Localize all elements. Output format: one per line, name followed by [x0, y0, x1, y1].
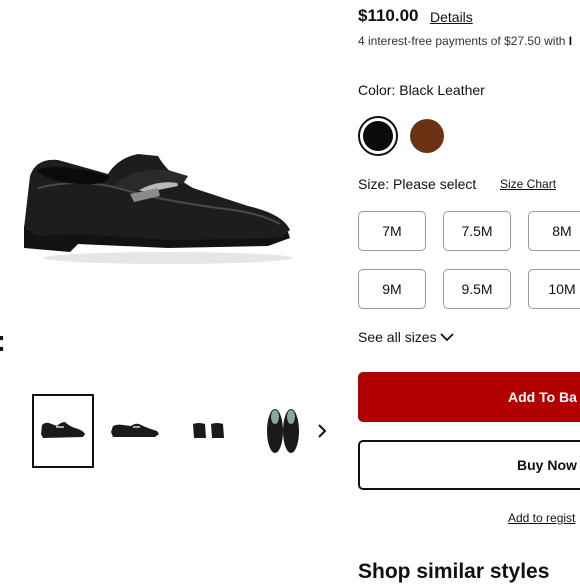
color-swatch-black[interactable] — [358, 116, 398, 156]
thumbnail-shoe-rear-image — [193, 423, 224, 438]
price-details-link[interactable]: Details — [430, 9, 473, 25]
chevron-right-icon — [318, 424, 327, 438]
add-to-bag-button[interactable]: Add To Ba — [358, 372, 580, 422]
size-option-9m[interactable]: 9M — [358, 269, 426, 309]
thumbnail-2[interactable] — [106, 394, 164, 468]
installments-text: 4 interest-free payments of $27.50 with … — [358, 34, 572, 48]
thumbnail-1[interactable] — [32, 394, 94, 468]
product-main-image[interactable] — [18, 148, 296, 266]
size-chart-link[interactable]: Size Chart — [500, 177, 556, 191]
color-label: Color: Black Leather — [358, 82, 485, 98]
size-option-8m[interactable]: 8M — [528, 211, 580, 251]
installments-brand-logo: I — [568, 34, 573, 48]
see-all-sizes-toggle[interactable]: See all sizes — [358, 329, 454, 345]
size-option-7-5m[interactable]: 7.5M — [443, 211, 511, 251]
gallery-next-button[interactable] — [312, 420, 332, 442]
size-option-9-5m[interactable]: 9.5M — [443, 269, 511, 309]
see-all-sizes-label: See all sizes — [358, 329, 437, 345]
thumbnail-shoe-side-image — [41, 422, 85, 438]
similar-styles-heading: Shop similar styles — [358, 560, 550, 583]
gallery-edge-glyph: : — [0, 327, 6, 357]
swatch-black-fill — [363, 121, 393, 151]
thumbnail-3[interactable] — [180, 394, 238, 468]
color-swatch-brown[interactable] — [407, 116, 447, 156]
swatch-brown-fill — [410, 119, 444, 153]
chevron-down-icon — [439, 333, 454, 342]
size-option-10m[interactable]: 10M — [528, 269, 580, 309]
add-to-registry-link[interactable]: Add to regist — [508, 511, 575, 525]
loafer-image — [24, 154, 293, 264]
thumbnail-shoe-profile-image — [111, 423, 159, 437]
buy-now-button[interactable]: Buy Now — [358, 440, 580, 490]
size-option-7m[interactable]: 7M — [358, 211, 426, 251]
thumbnail-4[interactable] — [254, 394, 312, 468]
thumbnail-shoe-top-image — [267, 409, 299, 453]
installments-message: 4 interest-free payments of $27.50 with — [358, 34, 566, 48]
size-label: Size: Please select — [358, 176, 477, 192]
product-price: $110.00 — [358, 6, 419, 25]
